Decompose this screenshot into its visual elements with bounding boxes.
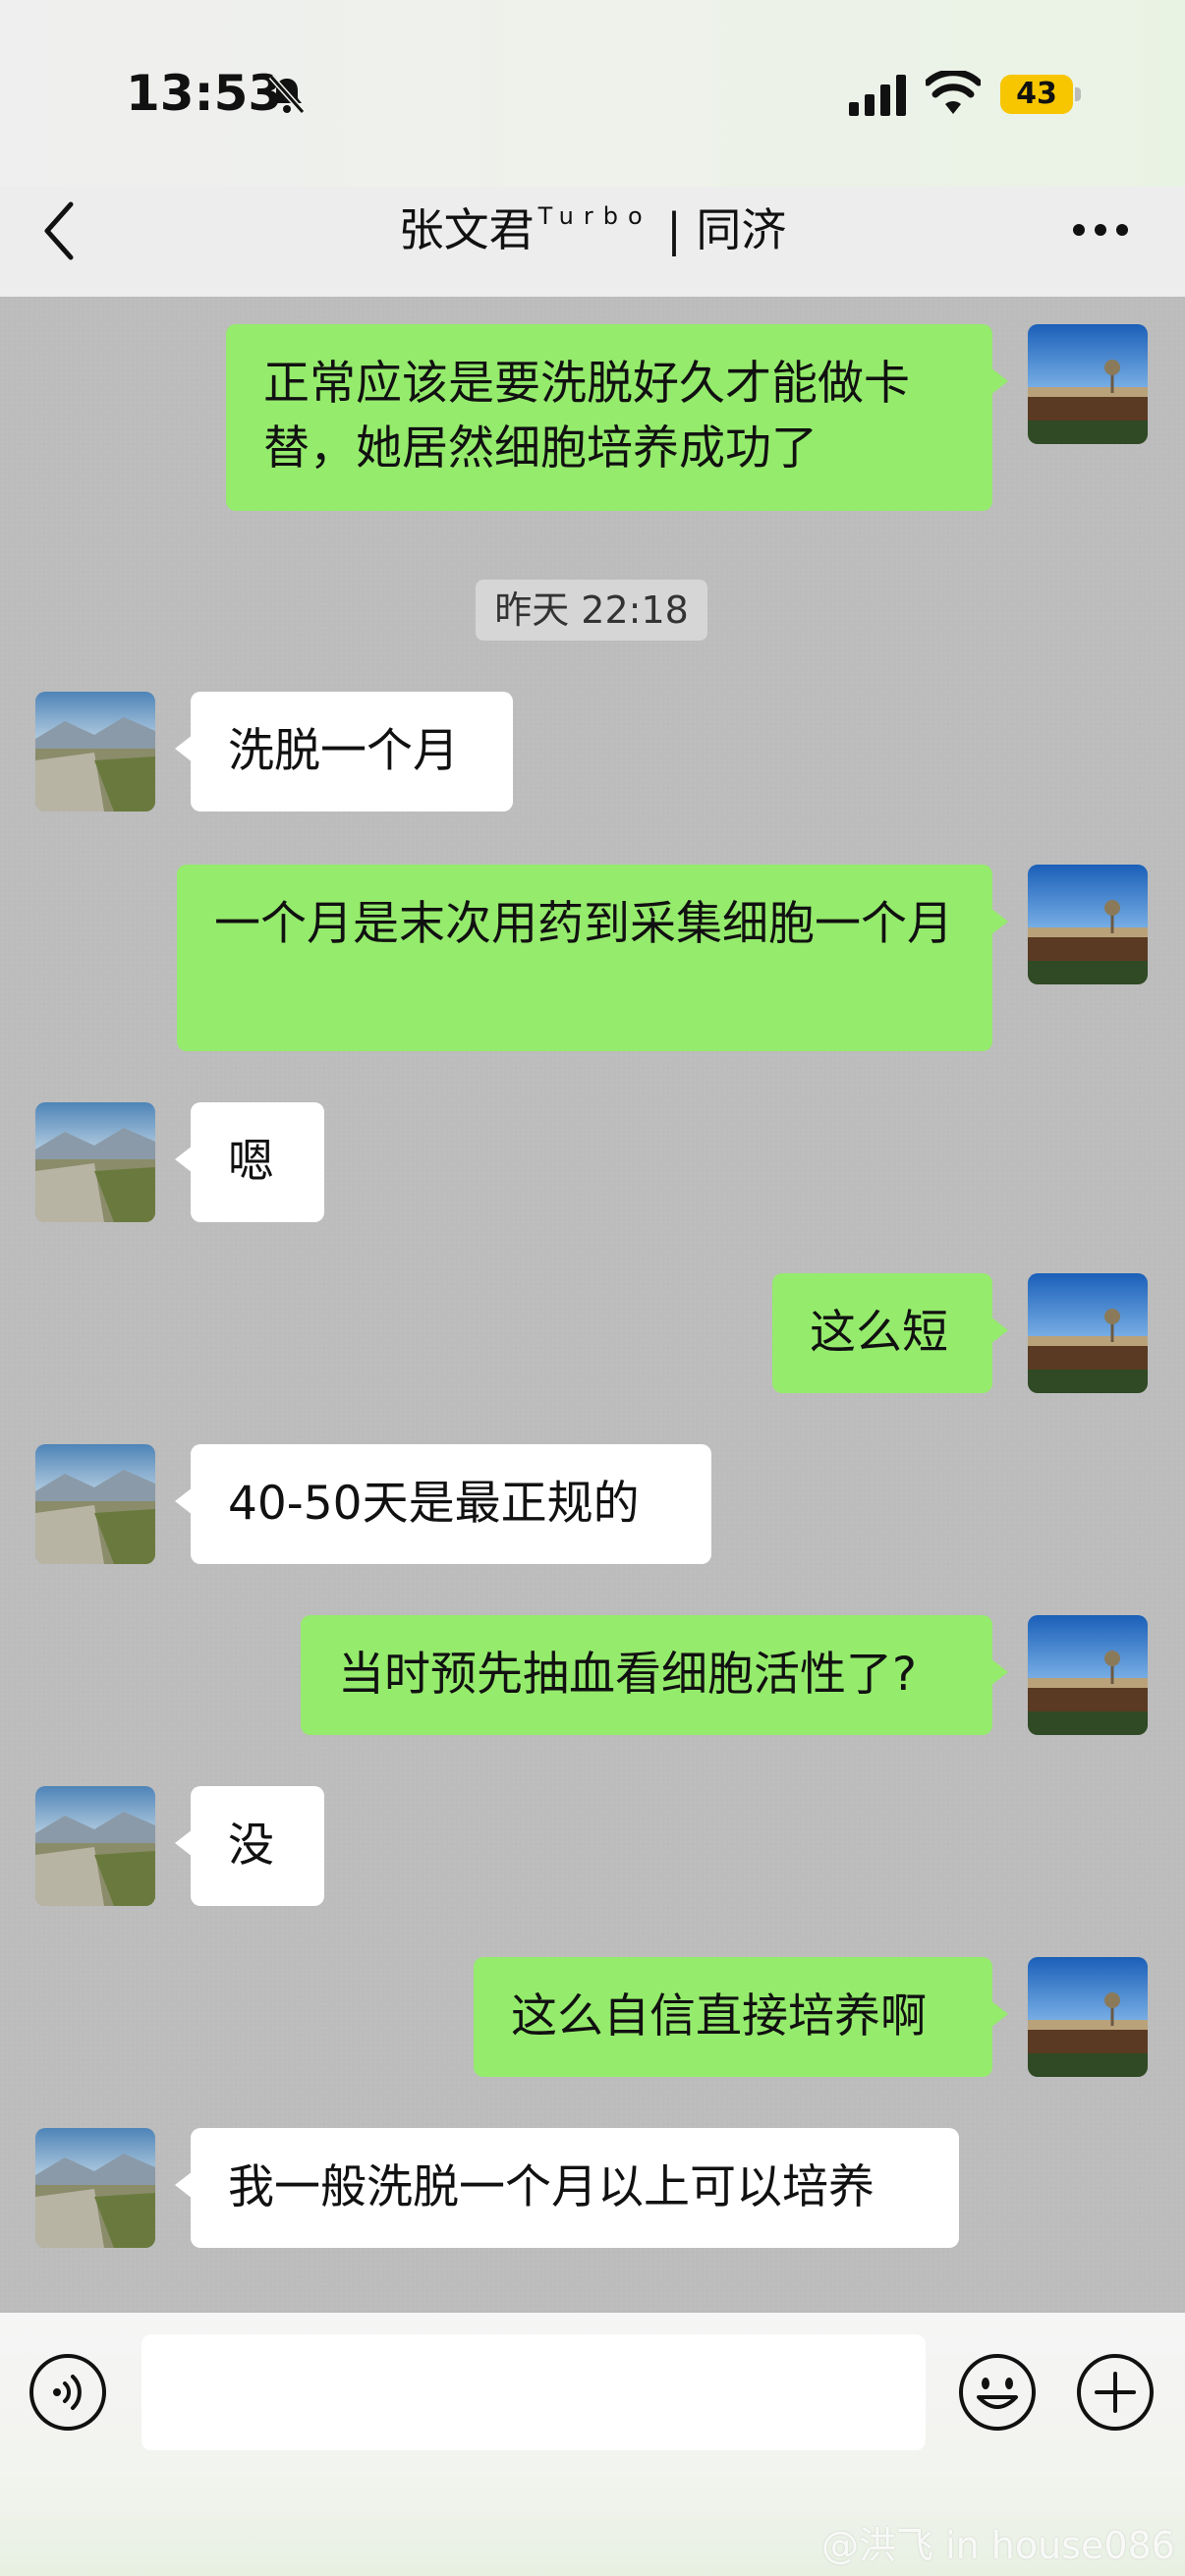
contact-org: | 同济 [651, 203, 787, 256]
watermark: @洪飞 in house086 [821, 2524, 1175, 2567]
contact-avatar[interactable] [35, 2128, 155, 2248]
voice-icon[interactable] [28, 2352, 108, 2433]
contact-avatar[interactable] [35, 1444, 155, 1564]
chevron-left-icon[interactable] [41, 196, 81, 265]
plus-icon[interactable] [1075, 2352, 1156, 2433]
contact-avatar[interactable] [35, 1786, 155, 1906]
message-input[interactable] [141, 2334, 926, 2450]
message-bubble-incoming[interactable]: 没 [175, 1786, 324, 1906]
emoji-icon[interactable] [957, 2352, 1038, 2433]
contact-name: 张文君 [398, 203, 535, 256]
status-time: 13:53 [126, 65, 283, 122]
wifi-icon [926, 71, 981, 114]
my-avatar[interactable] [1028, 324, 1148, 444]
message-bubble-outgoing[interactable]: 正常应该是要洗脱好久才能做卡替，她居然细胞培养成功了 [226, 324, 1008, 511]
timestamp: 昨天 22:18 [476, 580, 707, 641]
bell-muted-icon [268, 75, 306, 114]
more-dots-icon[interactable] [1071, 218, 1130, 242]
my-avatar[interactable] [1028, 1273, 1148, 1393]
battery-nub [1075, 87, 1081, 101]
signal-icon [849, 75, 906, 116]
message-bubble-outgoing[interactable]: 一个月是末次用药到采集细胞一个月 [177, 865, 1008, 1051]
contact-avatar[interactable] [35, 1102, 155, 1222]
message-bubble-outgoing[interactable]: 当时预先抽血看细胞活性了? [301, 1615, 1008, 1735]
message-bubble-incoming[interactable]: 我一般洗脱一个月以上可以培养 [175, 2128, 959, 2248]
message-bubble-incoming[interactable]: 40-50天是最正规的 [175, 1444, 711, 1564]
my-avatar[interactable] [1028, 865, 1148, 984]
my-avatar[interactable] [1028, 1957, 1148, 2077]
contact-tag: Turbo [537, 202, 652, 230]
contact-avatar[interactable] [35, 692, 155, 812]
message-bubble-outgoing[interactable]: 这么自信直接培养啊 [474, 1957, 1008, 2077]
message-bubble-incoming[interactable]: 嗯 [175, 1102, 324, 1222]
message-bubble-incoming[interactable]: 洗脱一个月 [175, 692, 513, 812]
message-bubble-outgoing[interactable]: 这么短 [772, 1273, 1008, 1393]
chat-title: 张文君 Turbo | 同济 [197, 195, 988, 259]
my-avatar[interactable] [1028, 1615, 1148, 1735]
battery-icon: 43 [1000, 75, 1073, 114]
